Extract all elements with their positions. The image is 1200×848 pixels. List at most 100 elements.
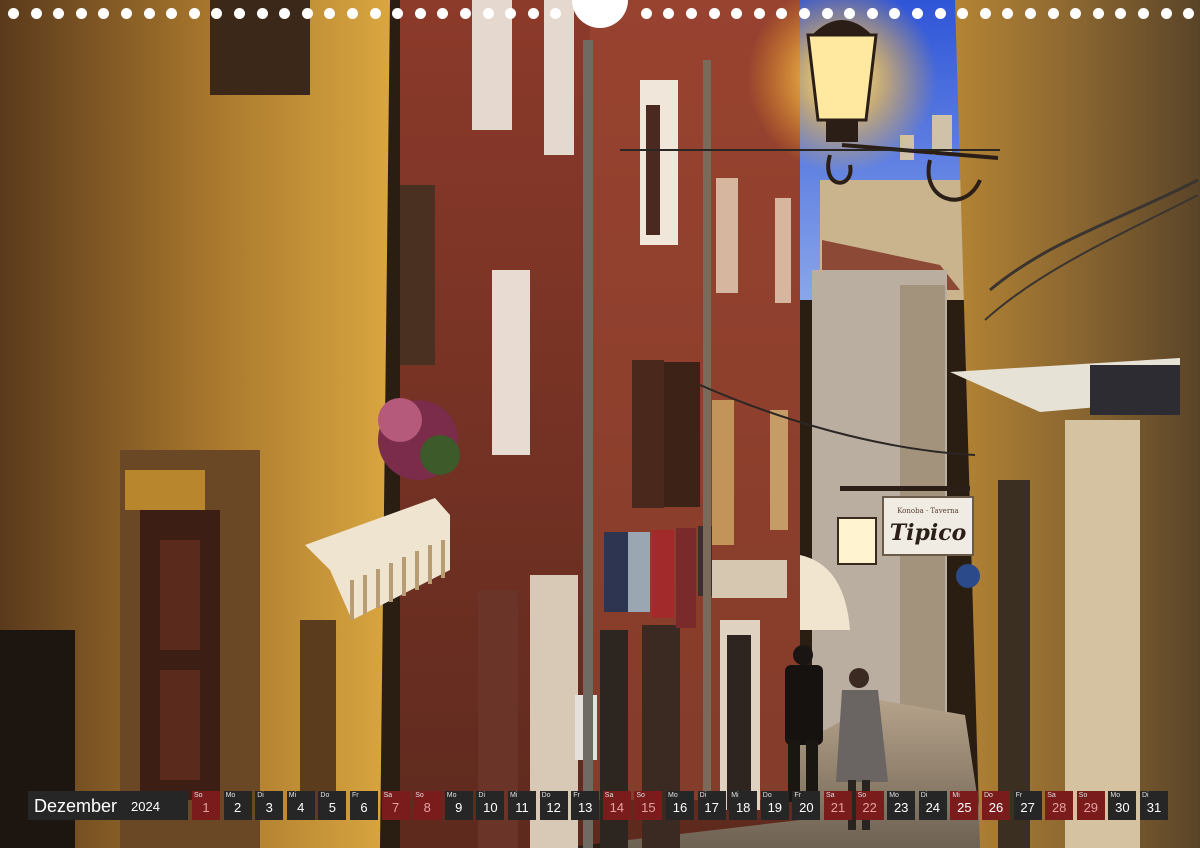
blue-sign	[956, 564, 980, 588]
window-dark	[646, 105, 660, 235]
weekday-label: Do	[541, 792, 551, 799]
weekday-label: Mi	[288, 792, 297, 799]
binding-hole	[686, 8, 697, 19]
weekday-label: Mi	[731, 792, 739, 799]
laundry	[628, 532, 650, 612]
shutter-dark	[664, 362, 700, 507]
calendar-day: Sa 7	[381, 791, 410, 820]
binding-hole	[98, 8, 110, 19]
day-number: 13	[577, 800, 593, 815]
binding-hole	[708, 8, 720, 19]
binding-hole	[640, 8, 652, 19]
binding-hole	[324, 8, 336, 19]
weekday-label: Sa	[383, 792, 393, 799]
weekday-label: Mo	[446, 792, 457, 799]
hanging-lantern	[837, 517, 877, 565]
calendar-strip: Dezember 2024 So 1 Mo 2 Di 3 Mi 4 Do 5 Fr 6 Sa 7 So 8 Mo…	[28, 791, 1172, 820]
weekday-label: Mo	[225, 792, 236, 799]
day-number: 14	[609, 800, 625, 815]
binding-hole	[527, 8, 539, 19]
calendar-day: Mi 11	[508, 791, 536, 820]
binding-hole	[1092, 8, 1104, 19]
flower-pot	[420, 435, 460, 475]
binding-hole	[776, 8, 788, 19]
month-name: Dezember	[34, 796, 118, 816]
weekday-label: So	[1078, 792, 1088, 799]
right-wall-doorway	[1065, 420, 1140, 848]
calendar-day: Mi 25	[950, 791, 979, 820]
calendar-day: Fr 13	[571, 791, 600, 820]
binding-hole	[957, 8, 969, 19]
day-number: 27	[1020, 800, 1035, 815]
binding-hole	[392, 8, 404, 19]
door	[727, 635, 751, 810]
left-shutter	[400, 185, 435, 365]
day-number: 29	[1083, 800, 1099, 815]
day-number: 21	[830, 800, 846, 815]
weekday-label: Di	[699, 792, 707, 799]
day-number: 1	[202, 800, 210, 815]
calendar-day: Fr 6	[350, 791, 378, 820]
binding-hole	[753, 8, 765, 19]
binding-hole	[121, 8, 132, 19]
shop-sign-main-text: Tipico	[890, 520, 967, 546]
calendar-day: Sa 21	[824, 791, 852, 820]
day-number: 12	[546, 800, 561, 815]
sign-bracket	[840, 486, 970, 491]
day-number: 20	[799, 800, 814, 815]
shop-sign-small-text: Konoba · Taverna	[897, 507, 959, 515]
calendar-day: Di 24	[918, 791, 947, 820]
weekday-label: Di	[920, 792, 928, 799]
day-number: 23	[893, 800, 909, 815]
binding-hole	[731, 8, 743, 19]
weekday-label: Do	[320, 792, 330, 799]
calendar-day: Di 31	[1140, 791, 1168, 820]
binding-hole	[550, 8, 562, 19]
window	[775, 198, 791, 303]
binding-hole	[211, 8, 223, 19]
binding-hole	[347, 8, 358, 19]
weekday-label: So	[415, 792, 424, 799]
binding-hole	[414, 8, 426, 19]
binding-hole	[234, 8, 245, 19]
weekday-label: So	[194, 792, 203, 799]
binding-hole	[889, 8, 901, 19]
day-number: 9	[455, 800, 463, 815]
binding-hole	[663, 8, 675, 19]
weekday-label: Di	[257, 792, 264, 799]
left-wall-door-panel	[160, 540, 200, 650]
shutter-dark	[632, 360, 664, 508]
weekday-label: Do	[984, 792, 993, 799]
calendar-day: So 8	[413, 791, 442, 820]
laundry	[676, 528, 696, 628]
flower-pot	[378, 398, 422, 442]
month-label-box: Dezember 2024	[28, 791, 188, 820]
drain-pipe	[583, 40, 593, 848]
calendar-day: Sa 14	[602, 791, 631, 820]
drain-pipe	[703, 60, 711, 820]
day-number: 17	[704, 800, 719, 815]
binding-hole	[143, 8, 155, 19]
binding-hole	[1047, 8, 1059, 19]
binding-hole	[934, 8, 946, 19]
weekday-label: Mi	[510, 792, 518, 799]
weekday-label: Fr	[573, 792, 580, 799]
day-number: 16	[672, 800, 688, 815]
calendar-day: Mo 2	[223, 791, 252, 820]
day-number: 18	[735, 800, 751, 815]
lamp-frame	[806, 33, 878, 122]
weekday-label: So	[857, 792, 867, 799]
calendar-day: Di 3	[255, 791, 284, 820]
binding-hole	[1002, 8, 1014, 19]
weekday-label: Fr	[1015, 792, 1023, 799]
calendar-day: Do 26	[982, 791, 1010, 820]
weekday-label: Mo	[1110, 792, 1121, 799]
day-number: 22	[862, 800, 877, 815]
calendar-day: Di 10	[476, 791, 505, 820]
day-number: 4	[297, 800, 305, 815]
binding-hole	[799, 8, 810, 19]
binding-hole	[1070, 8, 1082, 19]
binding-hole	[1183, 8, 1195, 19]
day-number: 24	[925, 800, 941, 815]
day-number: 28	[1051, 800, 1067, 815]
